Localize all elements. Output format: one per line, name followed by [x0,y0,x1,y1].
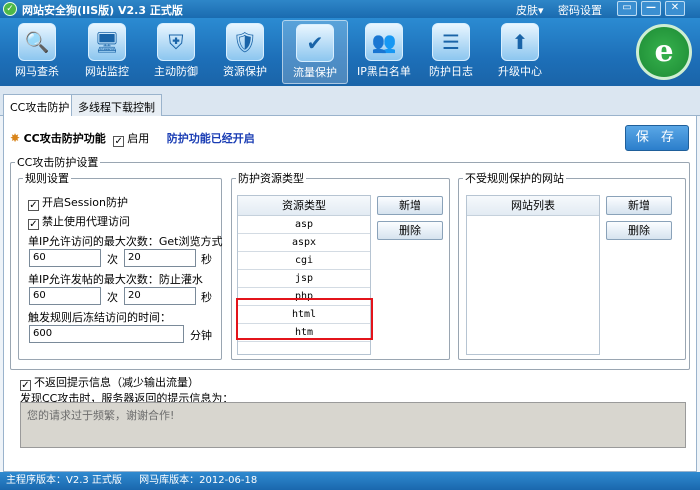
status-bar: 主程序版本：V2.3 正式版 网马库版本：2012-06-18 [0,472,700,490]
cc-feature-row: ✸ CC攻击防护功能 ✓ 启用 防护功能已经开启 [10,130,255,147]
post-limit-label: 单IP允许发帖的最大次数：防止灌水 [28,273,203,286]
resource-row[interactable]: aspx [238,234,370,252]
toolbar-label: 升级中心 [498,65,542,78]
cc-protect-panel: ✸ CC攻击防护功能 ✓ 启用 防护功能已经开启 保 存 CC攻击防护设置 规则设… [3,116,697,472]
toolbar-trojan-scan[interactable]: 🔍 网马查杀 [4,20,70,84]
toolbar-site-monitor[interactable]: 🖥 网站监控 [74,20,140,84]
highlight-box [236,298,373,340]
feature-label: CC攻击防护功能 [23,132,106,145]
proxy-option: ✓ 禁止使用代理访问 [28,213,130,230]
exempt-sites-legend: 不受规则保护的网站 [465,172,564,185]
app-title: 网站安全狗(IIS版) V2.3 正式版 [22,4,183,17]
visit-seconds-input[interactable]: 20 [124,249,196,267]
toolbar-traffic-protect[interactable]: ✔ 流量保护 [282,20,348,84]
resource-row[interactable]: asp [238,216,370,234]
skin-menu[interactable]: 皮肤▾ [516,2,544,18]
toolbar-upgrade-center[interactable]: ⬆ 升级中心 [487,20,553,84]
enable-label: 启用 [127,132,150,145]
post-seconds-input[interactable]: 20 [124,287,196,305]
save-button[interactable]: 保 存 [625,125,689,151]
tab-download-control[interactable]: 多线程下载控制 [71,94,162,116]
exempt-site-header: 网站列表 [467,196,599,216]
status-text: 防护功能已经开启 [166,132,255,145]
minimize-button[interactable]: — [641,1,661,16]
post-count-input[interactable]: 60 [29,287,101,305]
toolbar-label: IP黑白名单 [357,65,411,78]
visit-count-input[interactable]: 60 [29,249,101,267]
monitor-icon: 🖥 [88,23,126,61]
brand-logo-icon: e [636,24,692,80]
ip-list-icon: 👥 [365,23,403,61]
password-settings-menu[interactable]: 密码设置 [558,2,602,18]
freeze-time-unit: 分钟 [190,329,212,342]
toolbar-label: 防护日志 [429,65,473,78]
toolbar-label: 主动防御 [154,65,198,78]
feature-gear-icon: ✸ [10,131,21,145]
resource-types-legend: 防护资源类型 [238,172,304,185]
main-version: 主程序版本：V2.3 正式版 [6,475,122,486]
upgrade-icon: ⬆ [501,23,539,61]
toolbar-resource-protect[interactable]: 🛡 资源保护 [212,20,278,84]
traffic-protect-icon: ✔ [296,24,334,62]
visit-count-unit: 次 [107,253,118,266]
session-checkbox[interactable]: ✓ [28,200,39,211]
proxy-checkbox[interactable]: ✓ [28,219,39,230]
visit-limit-label: 单IP允许访问的最大次数：Get浏览方式 [28,235,223,248]
close-button[interactable]: ✕ [665,1,685,16]
proxy-label: 禁止使用代理访问 [42,215,130,228]
resource-protect-icon: 🛡 [226,23,264,61]
title-bar: ✓ 网站安全狗(IIS版) V2.3 正式版 皮肤▾ 密码设置 ▭ — ✕ [0,0,700,18]
menu-button[interactable]: ▭ [617,1,637,16]
toolbar-protect-log[interactable]: ☰ 防护日志 [418,20,484,84]
resource-row[interactable]: cgi [238,252,370,270]
post-count-unit: 次 [107,291,118,304]
enable-checkbox[interactable]: ✓ [113,136,125,147]
exempt-delete-button[interactable]: 删除 [606,221,672,240]
toolbar-label: 资源保护 [223,65,267,78]
app-logo-icon: ✓ [3,2,17,16]
post-seconds-unit: 秒 [201,291,212,304]
toolbar-label: 流量保护 [293,66,337,79]
toolbar-active-defense[interactable]: ⛨ 主动防御 [143,20,209,84]
freeze-time-input[interactable]: 600 [29,325,184,343]
cc-settings-legend: CC攻击防护设置 [17,156,99,169]
resource-add-button[interactable]: 新增 [377,196,443,215]
no-return-option: ✓ 不返回提示信息（减少输出流量） [20,374,199,391]
resource-delete-button[interactable]: 删除 [377,221,443,240]
exempt-site-list[interactable]: 网站列表 [466,195,600,355]
session-label: 开启Session防护 [42,196,128,209]
db-version: 网马库版本：2012-06-18 [139,475,258,486]
resource-row[interactable]: jsp [238,270,370,288]
visit-seconds-unit: 秒 [201,253,212,266]
trojan-scan-icon: 🔍 [18,23,56,61]
exempt-add-button[interactable]: 新增 [606,196,672,215]
return-message-textarea[interactable]: 您的请求过于频繁，谢谢合作! [20,402,686,448]
defense-icon: ⛨ [157,23,195,61]
toolbar-label: 网站监控 [85,65,129,78]
freeze-time-label: 触发规则后冻结访问的时间： [28,311,171,324]
session-option: ✓ 开启Session防护 [28,194,128,211]
tab-cc-protect[interactable]: CC攻击防护 [3,94,77,117]
tab-bar: CC攻击防护 多线程下载控制 [0,86,700,117]
main-toolbar: 🔍 网马查杀 🖥 网站监控 ⛨ 主动防御 🛡 资源保护 ✔ 流量保护 👥 IP黑… [0,18,700,86]
toolbar-label: 网马查杀 [15,65,59,78]
rules-legend: 规则设置 [25,172,69,185]
resource-type-header: 资源类型 [238,196,370,216]
toolbar-ip-list[interactable]: 👥 IP黑白名单 [351,20,417,84]
no-return-label: 不返回提示信息（减少输出流量） [34,376,199,389]
log-icon: ☰ [432,23,470,61]
